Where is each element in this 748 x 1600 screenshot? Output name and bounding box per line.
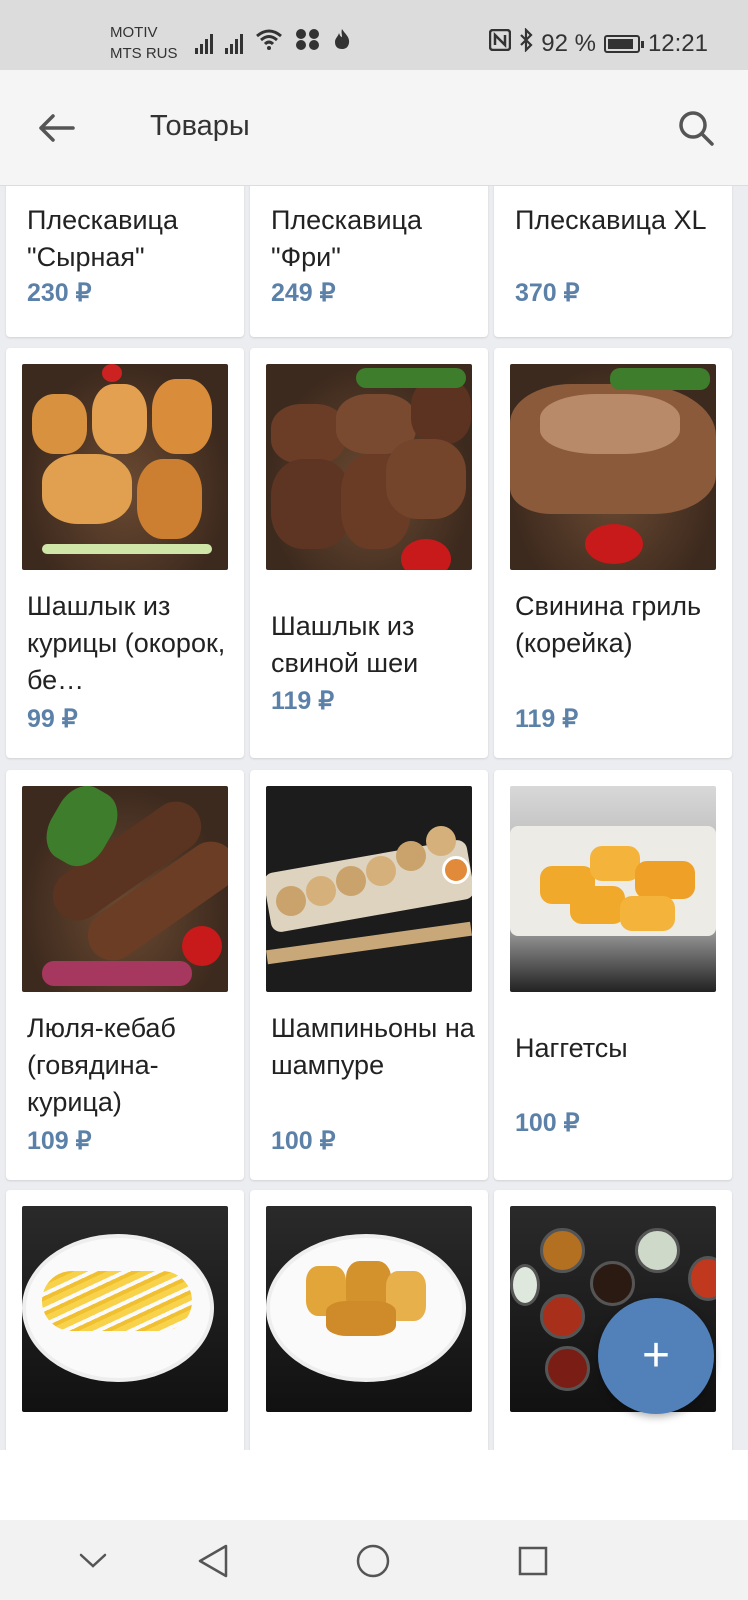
carrier-name: MOTIV MTS RUS bbox=[110, 24, 178, 62]
nav-collapse-button[interactable] bbox=[66, 1534, 120, 1588]
nfc-icon bbox=[488, 28, 512, 58]
product-name: Свинина гриль (корейка) bbox=[515, 591, 702, 658]
battery-icon bbox=[603, 34, 644, 53]
search-button[interactable] bbox=[668, 100, 724, 156]
product-card[interactable] bbox=[6, 1190, 244, 1450]
product-card[interactable]: Шашлык из курицы (окорок, бе… 99 ₽ bbox=[6, 348, 244, 758]
product-name: Шашлык из свиной шеи bbox=[271, 611, 419, 678]
product-name: Плескавица "Сырная" bbox=[27, 205, 179, 272]
product-image bbox=[266, 786, 472, 992]
plus-icon: + bbox=[641, 1329, 671, 1382]
app-header: Товары bbox=[0, 70, 748, 186]
product-card[interactable]: Шампиньоны на шампуре 100 ₽ bbox=[250, 770, 488, 1180]
product-image bbox=[510, 364, 716, 570]
square-recents-icon bbox=[518, 1546, 548, 1576]
nav-home-button[interactable] bbox=[346, 1534, 400, 1588]
product-name: Люля-кебаб (говядина-курица) bbox=[27, 1013, 176, 1117]
product-name: Плескавица "Фри" bbox=[271, 205, 423, 272]
status-bar: MOTIV MTS RUS 92 % 12:21 bbox=[0, 0, 748, 70]
battery-percent: 92 % bbox=[541, 29, 596, 57]
circle-home-icon bbox=[356, 1544, 390, 1578]
nav-back-button[interactable] bbox=[186, 1534, 240, 1588]
chevron-down-icon bbox=[79, 1553, 107, 1568]
triangle-back-icon bbox=[198, 1544, 228, 1578]
nav-recents-button[interactable] bbox=[506, 1534, 560, 1588]
arrow-left-icon bbox=[39, 114, 75, 142]
flame-icon bbox=[333, 28, 351, 54]
product-grid: Плескавица "Сырная" 230 ₽ Плескавица "Фр… bbox=[0, 186, 748, 1450]
product-image bbox=[266, 364, 472, 570]
product-image bbox=[22, 786, 228, 992]
product-price: 370 ₽ bbox=[515, 279, 580, 307]
product-price: 100 ₽ bbox=[515, 1109, 580, 1137]
product-image bbox=[510, 786, 716, 992]
product-name: Шашлык из курицы (окорок, бе… bbox=[27, 591, 226, 695]
product-price: 249 ₽ bbox=[271, 279, 336, 307]
page-title: Товары bbox=[150, 110, 250, 142]
back-button[interactable] bbox=[28, 100, 84, 156]
product-card[interactable]: Плескавица XL 370 ₽ bbox=[494, 186, 732, 337]
product-price: 230 ₽ bbox=[27, 279, 92, 307]
bottom-spacer bbox=[0, 1450, 748, 1520]
bluetooth-icon bbox=[519, 27, 533, 59]
product-price: 119 ₽ bbox=[271, 687, 335, 715]
product-card[interactable]: Плескавица "Фри" 249 ₽ bbox=[250, 186, 488, 337]
search-icon bbox=[679, 111, 714, 146]
wifi-icon bbox=[255, 28, 283, 54]
product-card[interactable] bbox=[250, 1190, 488, 1450]
clock: 12:21 bbox=[647, 29, 708, 57]
signal-icon bbox=[225, 32, 243, 54]
product-price: 100 ₽ bbox=[271, 1127, 336, 1155]
product-price: 99 ₽ bbox=[27, 705, 78, 733]
product-card[interactable]: Наггетсы 100 ₽ bbox=[494, 770, 732, 1180]
product-name: Шампиньоны на шампуре bbox=[271, 1013, 475, 1080]
apps-icon bbox=[295, 28, 321, 54]
product-card[interactable]: Люля-кебаб (говядина-курица) 109 ₽ bbox=[6, 770, 244, 1180]
product-image bbox=[22, 1206, 228, 1412]
signal-icon bbox=[195, 32, 213, 54]
product-card[interactable]: Свинина гриль (корейка) 119 ₽ bbox=[494, 348, 732, 758]
product-image bbox=[22, 364, 228, 570]
product-card[interactable]: Шашлык из свиной шеи 119 ₽ bbox=[250, 348, 488, 758]
product-price: 119 ₽ bbox=[515, 705, 579, 733]
product-name: Плескавица XL bbox=[515, 205, 707, 235]
product-card[interactable]: Плескавица "Сырная" 230 ₽ bbox=[6, 186, 244, 337]
system-nav-bar bbox=[0, 1520, 748, 1600]
add-product-button[interactable]: + bbox=[598, 1298, 714, 1414]
product-image bbox=[266, 1206, 472, 1412]
product-price: 109 ₽ bbox=[27, 1127, 92, 1155]
product-name: Наггетсы bbox=[515, 1033, 628, 1063]
